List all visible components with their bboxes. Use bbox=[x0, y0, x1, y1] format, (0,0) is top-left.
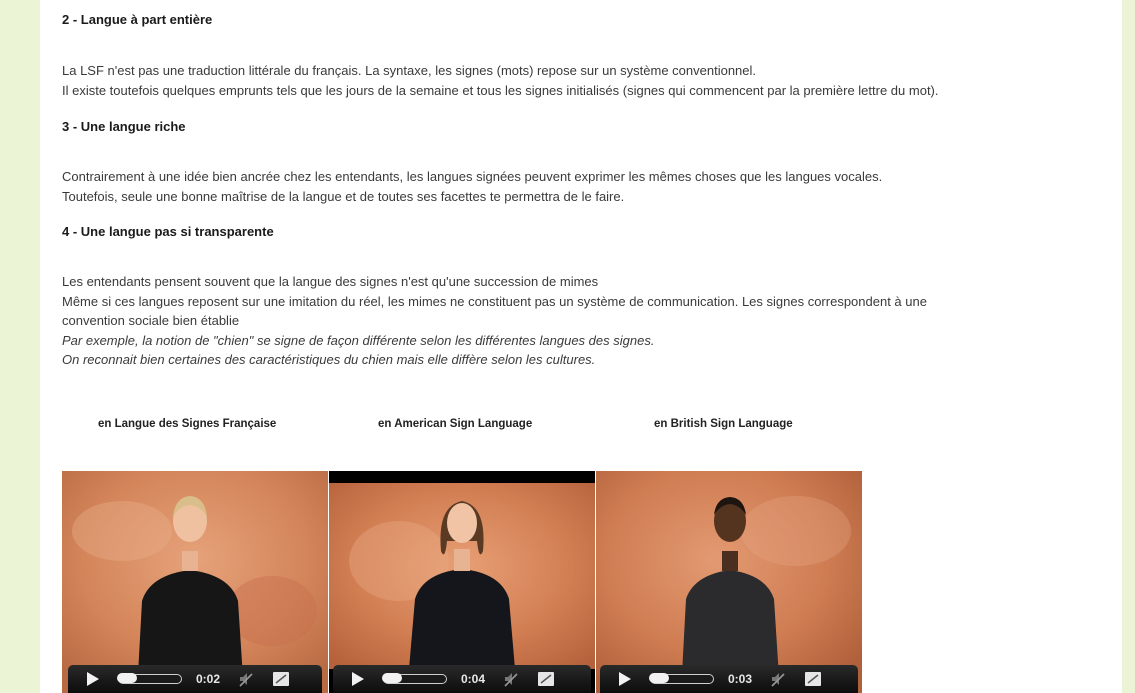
play-icon[interactable] bbox=[86, 672, 100, 686]
mute-icon[interactable] bbox=[238, 671, 254, 687]
seek-knob[interactable] bbox=[382, 673, 402, 683]
mute-icon[interactable] bbox=[770, 671, 786, 687]
section-3-paragraph: Contrairement à une idée bien ancrée che… bbox=[62, 167, 1112, 206]
section-4-paragraph: Les entendants pensent souvent que la la… bbox=[62, 272, 1112, 370]
section-title-4: 4 - Une langue pas si transparente bbox=[62, 224, 274, 239]
section-2-paragraph: La LSF n'est pas une traduction littéral… bbox=[62, 61, 1112, 100]
fullscreen-icon[interactable] bbox=[537, 671, 555, 687]
section-4-example-line-2: On reconnait bien certaines des caractér… bbox=[62, 352, 596, 367]
time-display: 0:03 bbox=[728, 672, 753, 686]
video-frame-lsf bbox=[62, 471, 328, 693]
section-2-line-1: La LSF n'est pas une traduction littéral… bbox=[62, 63, 757, 78]
video-player-bsl[interactable]: 0:03 bbox=[596, 471, 862, 693]
video-controls-bsl: 0:03 bbox=[600, 665, 858, 693]
video-player-lsf[interactable]: 0:02 bbox=[62, 471, 328, 693]
section-3-line-2: Toutefois, seule une bonne maîtrise de l… bbox=[62, 188, 625, 204]
seek-slider[interactable] bbox=[117, 673, 182, 684]
fullscreen-icon[interactable] bbox=[272, 671, 290, 687]
seek-slider[interactable] bbox=[382, 673, 447, 684]
section-title-3: 3 - Une langue riche bbox=[62, 119, 186, 134]
play-icon[interactable] bbox=[618, 672, 632, 686]
section-3-line-1: Contrairement à une idée bien ancrée che… bbox=[62, 169, 883, 184]
content-area: 2 - Langue à part entière La LSF n'est p… bbox=[40, 0, 1122, 693]
video-frame-asl bbox=[329, 471, 595, 693]
play-icon[interactable] bbox=[351, 672, 365, 686]
video-caption-bsl: en British Sign Language bbox=[654, 418, 793, 430]
video-controls-asl: 0:04 bbox=[333, 665, 591, 693]
video-caption-lsf: en Langue des Signes Française bbox=[98, 418, 277, 430]
seek-slider[interactable] bbox=[649, 673, 714, 684]
section-2-line-2: Il existe toutefois quelques emprunts te… bbox=[62, 82, 939, 98]
seek-knob[interactable] bbox=[117, 673, 137, 683]
section-4-line-3: convention sociale bien établie bbox=[62, 313, 240, 328]
section-4-line-1: Les entendants pensent souvent que la la… bbox=[62, 274, 599, 289]
video-caption-asl: en American Sign Language bbox=[378, 418, 533, 430]
time-display: 0:04 bbox=[461, 672, 486, 686]
seek-knob[interactable] bbox=[649, 673, 669, 683]
section-title-2: 2 - Langue à part entière bbox=[62, 12, 213, 27]
video-frame-bsl bbox=[596, 471, 862, 693]
section-4-line-2: Même si ces langues reposent sur une imi… bbox=[62, 293, 927, 309]
section-4-example-line-1: Par exemple, la notion de "chien" se sig… bbox=[62, 332, 655, 348]
mute-icon[interactable] bbox=[503, 671, 519, 687]
video-player-asl[interactable]: 0:04 bbox=[329, 471, 595, 693]
fullscreen-icon[interactable] bbox=[804, 671, 822, 687]
time-display: 0:02 bbox=[196, 672, 221, 686]
video-controls-lsf: 0:02 bbox=[68, 665, 322, 693]
